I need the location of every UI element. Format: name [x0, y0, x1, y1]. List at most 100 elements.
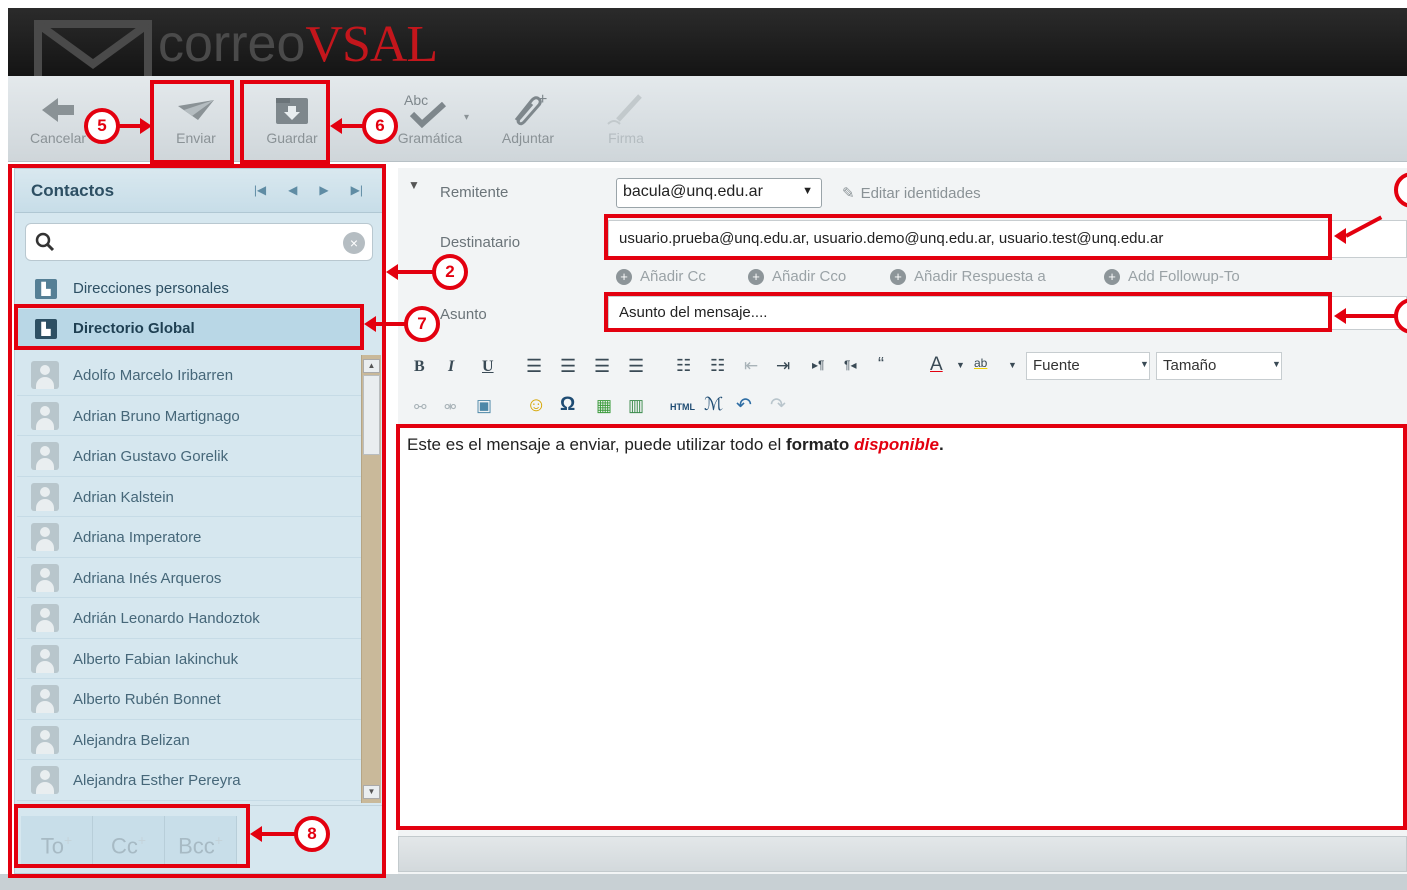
font-size-select[interactable]: Tamaño [1156, 352, 1282, 380]
add-bcc-link[interactable]: + Añadir Cco [748, 268, 846, 285]
align-justify-icon[interactable]: ☰ [628, 356, 644, 377]
align-center-icon[interactable]: ☰ [560, 356, 576, 377]
font-dropdown-icon[interactable]: ▼ [1140, 359, 1149, 369]
addressbook-label: Directorio Global [73, 320, 195, 337]
add-followup-link[interactable]: + Add Followup-To [1104, 268, 1240, 285]
previous-page-icon[interactable]: ◀ [288, 183, 297, 197]
search-replace-icon[interactable]: ℳ [704, 394, 723, 415]
contact-item[interactable]: Adolfo Marcelo Iribarren [17, 355, 361, 396]
first-page-icon[interactable]: |◀ [254, 183, 266, 197]
subject-field[interactable]: Asunto del mensaje.... [608, 296, 1407, 330]
contact-item[interactable]: Alberto Fabian Iakinchuk [17, 638, 361, 679]
addressbook-global[interactable]: ▙ Directorio Global [17, 309, 361, 349]
clear-search-icon[interactable]: × [343, 232, 365, 254]
font-family-select[interactable]: Fuente [1026, 352, 1150, 380]
bullet-list-icon[interactable]: ☷ [676, 356, 691, 376]
add-reply-to-link[interactable]: + Añadir Respuesta a [890, 268, 1046, 285]
size-dropdown-icon[interactable]: ▼ [1272, 359, 1281, 369]
emoticon-icon[interactable]: ☺ [526, 394, 546, 417]
contact-name: Adrian Bruno Martignago [73, 407, 240, 425]
contact-item[interactable]: Alberto Rubén Bonnet [17, 679, 361, 720]
blockquote-icon[interactable]: “ [878, 354, 884, 375]
last-page-icon[interactable]: ▶| [351, 183, 363, 197]
send-button[interactable]: Enviar [160, 90, 232, 146]
insert-bcc-button[interactable]: Bcc+ [165, 816, 237, 864]
grammar-dropdown-icon[interactable]: ▾ [464, 112, 469, 123]
contact-item[interactable]: Adrian Gustavo Gorelik [17, 436, 361, 477]
collapse-headers-icon[interactable]: ▼ [408, 178, 420, 192]
contact-item[interactable]: Adrian Bruno Martignago [17, 395, 361, 436]
addressbook-personal[interactable]: ▙ Direcciones personales [17, 269, 361, 309]
align-right-icon[interactable]: ☰ [594, 356, 610, 377]
contact-name: Adrian Gustavo Gorelik [73, 448, 229, 465]
scroll-thumb[interactable] [363, 375, 380, 455]
align-left-icon[interactable]: ☰ [526, 356, 542, 377]
insert-image-icon[interactable]: ▦ [596, 396, 612, 416]
callout-arrowhead [250, 826, 262, 842]
grammar-button[interactable]: Abc ▾ Gramática [388, 90, 472, 146]
logo-prefix: correo [158, 15, 306, 73]
edit-image-icon[interactable]: ▣ [476, 396, 492, 416]
add-reply-label: Añadir Respuesta a [914, 268, 1046, 285]
to-label: Destinatario [440, 234, 521, 251]
scroll-down-icon[interactable]: ▼ [363, 785, 380, 799]
link-icon[interactable]: ⚯ [414, 398, 427, 416]
bold-icon[interactable]: B [414, 358, 425, 376]
contacts-pager: |◀ ◀ ▶ ▶| [254, 183, 363, 197]
italic-icon[interactable]: I [448, 358, 454, 376]
size-select-label: Tamaño [1163, 357, 1217, 374]
contact-name: Adriana Imperatore [73, 529, 202, 546]
compose-toolbar: Cancelar Enviar Guardar Abc ▾ Gramática … [8, 76, 1407, 162]
numbered-list-icon[interactable]: ☷ [710, 356, 725, 376]
text-color-icon[interactable]: A [930, 354, 943, 376]
save-button[interactable]: Guardar [254, 90, 330, 146]
contact-item[interactable]: Adriana Inés Arqueros [17, 557, 361, 598]
contact-item[interactable]: Adrián Leonardo Handoztok [17, 598, 361, 639]
highlight-color-icon[interactable]: ab [974, 356, 987, 370]
insert-cc-button[interactable]: Cc+ [93, 816, 165, 864]
contact-item[interactable]: Alejandra Esther Pereyra [17, 760, 361, 801]
redo-icon[interactable]: ↷ [770, 394, 786, 417]
html-source-icon[interactable]: HTML [670, 402, 695, 412]
contacts-title: Contactos [31, 181, 115, 200]
outdent-icon[interactable]: ⇤ [744, 356, 758, 376]
underline-icon[interactable]: U [482, 358, 494, 376]
message-body: Este es el mensaje a enviar, puede utili… [407, 435, 944, 455]
highlight-dropdown-icon[interactable]: ▼ [1008, 360, 1017, 370]
insert-to-label: To [40, 833, 65, 859]
cancel-button[interactable]: Cancelar [26, 90, 90, 146]
next-page-icon[interactable]: ▶ [319, 183, 328, 197]
insert-bcc-label: Bcc [178, 833, 215, 859]
special-char-icon[interactable]: Ω [560, 394, 575, 416]
from-select[interactable]: bacula@unq.edu.ar ▼ [616, 178, 822, 208]
callout-5: 5 [84, 108, 120, 144]
attach-button[interactable]: + Adjuntar [492, 90, 564, 146]
ltr-icon[interactable]: ▸¶ [812, 358, 824, 372]
contact-item[interactable]: Adriana Imperatore [17, 517, 361, 558]
insert-to-button[interactable]: To+ [21, 816, 93, 864]
callout-arrow [118, 124, 142, 128]
scroll-up-icon[interactable]: ▲ [363, 359, 380, 373]
indent-icon[interactable]: ⇥ [776, 356, 790, 376]
insert-media-icon[interactable]: ▥ [628, 396, 644, 416]
insert-cc-label: Cc [110, 833, 138, 859]
text-color-dropdown-icon[interactable]: ▼ [956, 360, 965, 370]
signature-button[interactable]: Firma [590, 90, 662, 146]
contacts-search-input[interactable] [60, 232, 340, 254]
compose-status-bar [398, 836, 1407, 872]
page-footer [0, 874, 1407, 890]
callout-arrow [342, 124, 364, 128]
spellcheck-icon: Abc ▾ [400, 90, 469, 128]
contact-item[interactable]: Alejandra Belizan [17, 719, 361, 760]
contact-item[interactable]: Adrian Kalstein [17, 476, 361, 517]
add-cc-link[interactable]: + Añadir Cc [616, 268, 706, 285]
message-editor[interactable]: Este es el mensaje a enviar, puede utili… [398, 426, 1407, 828]
pencil-icon: ✎ [842, 185, 855, 202]
contact-list-scrollbar[interactable]: ▲ ▼ [361, 355, 381, 803]
unlink-icon[interactable]: ⚮ [444, 398, 457, 416]
to-field[interactable]: usuario.prueba@unq.edu.ar, usuario.demo@… [608, 220, 1407, 258]
undo-icon[interactable]: ↶ [736, 394, 752, 417]
attach-label: Adjuntar [501, 130, 555, 146]
rtl-icon[interactable]: ¶◂ [844, 358, 856, 372]
edit-identities-link[interactable]: ✎ Editar identidades [842, 184, 981, 202]
